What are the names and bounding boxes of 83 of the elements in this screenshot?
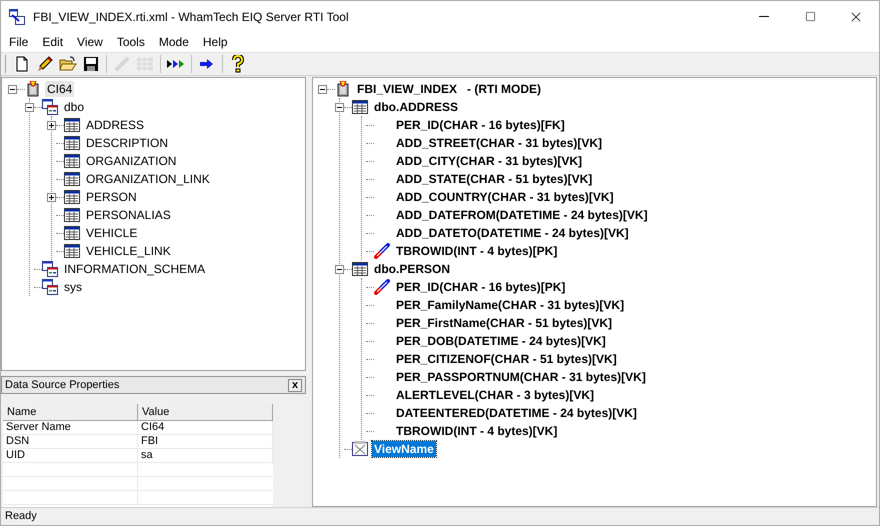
table-icon [352,261,368,277]
database-server-icon [335,81,351,97]
window-title: FBI_VIEW_INDEX.rti.xml - WhamTech EIQ Server RTI Tool [33,8,349,26]
tree-item[interactable]: PER_FamilyName(CHAR - 31 bytes)[VK] [394,297,626,313]
table-icon [64,207,80,223]
tree-item[interactable]: ADD_COUNTRY(CHAR - 31 bytes)[VK] [394,189,616,205]
tree-item[interactable]: ADD_STREET(CHAR - 31 bytes)[VK] [394,135,604,151]
tree-item[interactable]: INFORMATION_SCHEMA [62,261,208,277]
tree-item[interactable]: sys [62,279,84,295]
tree-item[interactable]: DESCRIPTION [84,135,170,151]
tree-item[interactable]: PERSONALIAS [84,207,173,223]
right-arrow-icon[interactable] [199,56,215,72]
tree-item[interactable]: DATEENTERED(DATETIME - 24 bytes)[VK] [394,405,639,421]
tree-item[interactable]: PER_ID(CHAR - 16 bytes)[PK] [394,279,568,295]
table-icon [64,153,80,169]
menu-item[interactable]: Mode [152,33,196,51]
expand-toggle[interactable] [47,192,56,202]
table-cell: UID [3,449,138,462]
schema-icon [42,261,58,277]
column-header[interactable]: Name [3,404,138,421]
table-icon [64,135,80,151]
tree-item[interactable]: dbo [62,99,86,115]
table-cell: Server Name [3,421,138,434]
column-header[interactable]: Value [138,404,273,421]
collapse-toggle[interactable] [25,102,34,112]
tree-item[interactable]: dbo.PERSON [372,261,452,277]
expand-toggle[interactable] [47,120,56,130]
menu-item[interactable]: File [2,33,36,51]
panel-title: Data Source Properties [4,378,120,393]
tree-item[interactable]: ViewName [372,441,436,457]
tree-item[interactable]: FBI_VIEW_INDEX - (RTI MODE) [355,81,544,97]
collapse-toggle[interactable] [335,102,344,112]
table-icon [352,99,368,115]
tree-item[interactable]: ADD_CITY(CHAR - 31 bytes)[VK] [394,153,584,169]
table-icon [64,189,80,205]
table-icon [64,225,80,241]
link-pill-icon [374,279,390,295]
tree-item[interactable]: dbo.ADDRESS [372,99,460,115]
table-cell: DSN [3,435,138,448]
panel-close-button[interactable]: x [288,378,302,392]
tree-item[interactable]: ADD_DATETO(DATETIME - 24 bytes)[VK] [394,225,631,241]
schema-icon [42,279,58,295]
tree-item[interactable]: CI64 [45,81,74,97]
minimize-icon [759,16,769,17]
table-cell: FBI [138,435,273,448]
database-server-icon [25,81,41,97]
tree-item[interactable]: TBROWID(INT - 4 bytes)[PK] [394,243,560,259]
tree-item[interactable]: ORGANIZATION_LINK [84,171,212,187]
table-icon [64,117,80,133]
tree-item[interactable]: VEHICLE_LINK [84,243,173,259]
tree-item[interactable]: ORGANIZATION [84,153,178,169]
tree-item[interactable]: ADDRESS [84,117,146,133]
tree-item[interactable]: PER_ID(CHAR - 16 bytes)[FK] [394,117,567,133]
pencil-icon[interactable] [37,56,53,72]
menu-item[interactable]: Tools [110,33,152,51]
tree-item[interactable]: ADD_DATEFROM(DATETIME - 24 bytes)[VK] [394,207,650,223]
collapse-toggle[interactable] [8,84,17,94]
menu-item[interactable]: Help [196,33,235,51]
help-icon[interactable] [231,55,245,73]
table-cell: CI64 [138,421,273,434]
app-icon [9,8,25,24]
tree-item[interactable]: PERSON [84,189,139,205]
table-cell: sa [138,449,273,462]
collapse-toggle[interactable] [335,264,344,274]
maximize-icon [804,11,816,22]
menu-item[interactable]: View [70,33,110,51]
schema-icon [42,99,58,115]
tree-item[interactable]: PER_DOB(DATETIME - 24 bytes)[VK] [394,333,608,349]
link-pill-icon [374,243,390,259]
tree-item[interactable]: PER_CITIZENOF(CHAR - 51 bytes)[VK] [394,351,619,367]
tree-item[interactable]: PER_FirstName(CHAR - 51 bytes)[VK] [394,315,614,331]
tree-item[interactable]: ALERTLEVEL(CHAR - 3 bytes)[VK] [394,387,596,403]
status-text: Ready [4,509,37,524]
table-icon [64,243,80,259]
new-file-icon[interactable] [14,56,30,72]
collapse-toggle[interactable] [318,84,327,94]
tree-item[interactable]: VEHICLE [84,225,140,241]
tree-item[interactable]: TBROWID(INT - 4 bytes)[VK] [394,423,560,439]
tree-item[interactable]: ADD_STATE(CHAR - 51 bytes)[VK] [394,171,594,187]
menu-item[interactable]: Edit [35,33,70,51]
folder-open-icon[interactable] [59,56,77,72]
tree-item[interactable]: PER_PASSPORTNUM(CHAR - 31 bytes)[VK] [394,369,648,385]
table-icon [64,171,80,187]
